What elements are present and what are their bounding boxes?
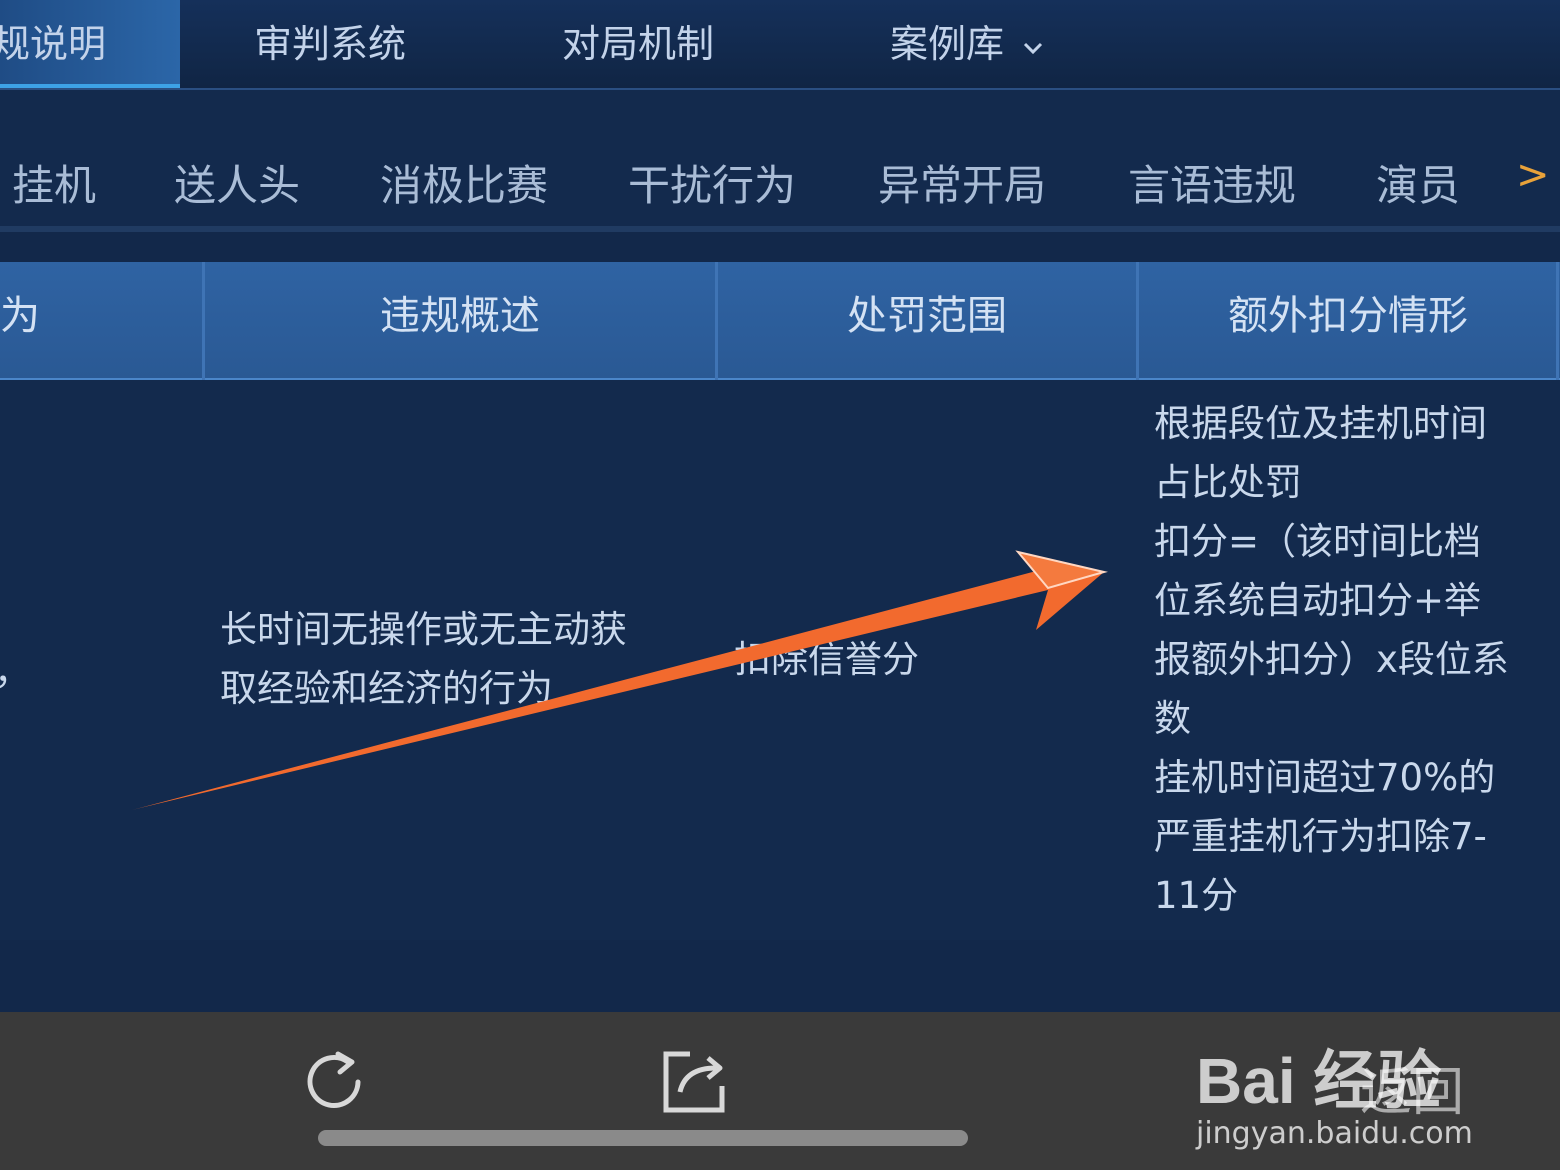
annotation-arrow-icon <box>132 550 1108 810</box>
baidu-jingyan-watermark: Bai 经验 jingyan.baidu.com <box>1196 1030 1473 1151</box>
share-icon[interactable] <box>660 1046 730 1120</box>
watermark-logo: Bai 经验 <box>1196 1045 1442 1117</box>
watermark-url: jingyan.baidu.com <box>1196 1116 1473 1151</box>
horizontal-scrollbar[interactable] <box>318 1130 968 1146</box>
refresh-icon[interactable] <box>298 1046 370 1122</box>
